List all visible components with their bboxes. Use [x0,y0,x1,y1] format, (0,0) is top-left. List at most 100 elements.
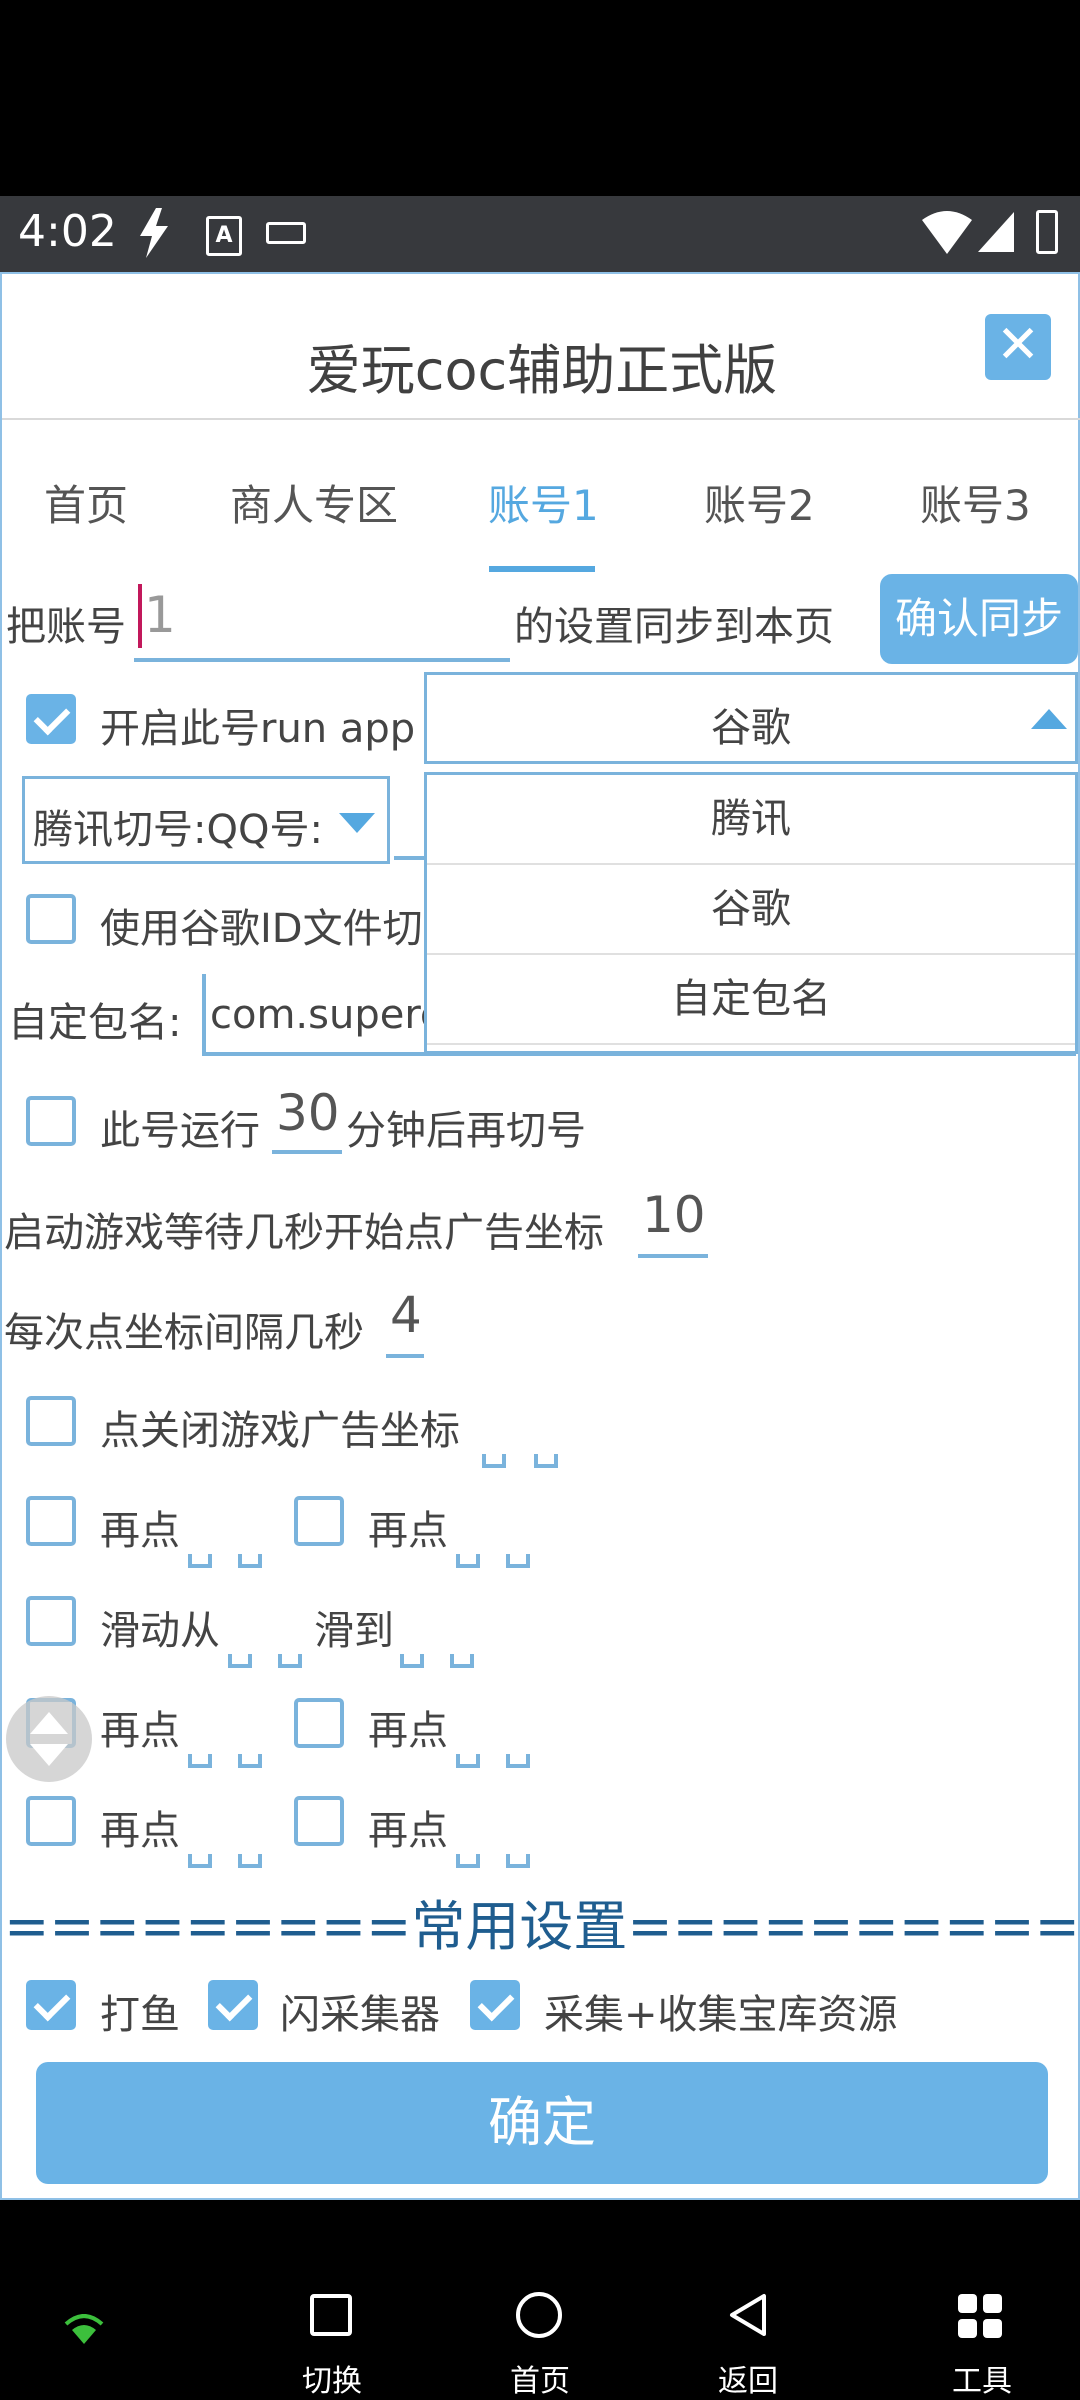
coord-y-input[interactable] [238,1554,262,1568]
tab-account2[interactable]: 账号2 [704,472,815,533]
fishing-checkbox[interactable] [26,1980,76,2030]
package-value: com.superc [210,992,442,1038]
click-again-checkbox[interactable] [294,1698,344,1748]
close-ad-checkbox[interactable] [26,1396,76,1446]
coord-y-input[interactable] [238,1754,262,1768]
tab-home[interactable]: 首页 [44,472,128,533]
click-again-label: 再点 [100,1508,180,1554]
run-minutes-suffix: 分钟后再切号 [346,1108,586,1154]
a-icon: A [206,216,242,256]
run-minutes-input[interactable]: 30 [272,1084,342,1154]
app-window: 爱玩coc辅助正式版 ✕ 首页 商人专区 账号1 账号2 账号3 把账号 1 的… [0,272,1080,2200]
close-button[interactable]: ✕ [985,314,1051,380]
package-label: 自定包名: [8,1000,182,1046]
spinner-arrow-icon [339,813,375,833]
status-time: 4:02 [18,206,117,257]
confirm-button[interactable]: 确定 [36,2062,1048,2184]
spinner-underline [394,856,424,860]
run-minutes-checkbox[interactable] [26,1096,76,1146]
click-again-checkbox[interactable] [26,1496,76,1546]
sync-account-value: 1 [144,586,176,644]
coord-y-input[interactable] [534,1454,558,1468]
dropdown-option-tencent[interactable]: 腾讯 [427,775,1075,865]
common-settings-heading: =========常用设置========== [4,1895,1080,1958]
wifi-icon [922,211,972,254]
coord-y-input[interactable] [506,1854,530,1868]
coord-x-input[interactable] [188,1554,212,1568]
coord-x-input[interactable] [456,1754,480,1768]
coord-y-input[interactable] [238,1854,262,1868]
google-id-label: 使用谷歌ID文件切 [100,906,423,952]
flash-collector-checkbox[interactable] [208,1980,258,2030]
status-bar: 4:02 A [0,196,1080,272]
collect-treasury-label: 采集+收集宝库资源 [544,1992,898,2038]
slide-from-label: 滑动从 [100,1608,220,1654]
coord-x-input[interactable] [188,1854,212,1868]
dropdown-option-custom[interactable]: 自定包名 [427,955,1075,1045]
collect-treasury-checkbox[interactable] [470,1980,520,2030]
close-ad-label: 点关闭游戏广告坐标 [100,1408,460,1454]
floating-scroll-handle[interactable] [6,1696,92,1782]
slide-checkbox[interactable] [26,1596,76,1646]
battery-icon [1036,210,1058,254]
divider [2,418,1080,420]
sync-suffix: 的设置同步到本页 [514,604,834,650]
flash-collector-label: 闪采集器 [280,1992,440,2038]
dropdown-option-google[interactable]: 谷歌 [427,865,1075,955]
nav-back-label[interactable]: 返回 [718,2356,778,2400]
active-tab-indicator [489,566,595,572]
switch-icon[interactable] [310,2294,352,2336]
nav-switch-label[interactable]: 切换 [302,2356,362,2400]
click-again-checkbox[interactable] [294,1496,344,1546]
dropdown-list: 腾讯 谷歌 自定包名 [424,772,1078,1054]
run-app-checkbox[interactable] [26,694,76,744]
coord-x-input[interactable] [456,1854,480,1868]
coord-x-input[interactable] [482,1454,506,1468]
google-id-checkbox[interactable] [26,894,76,944]
coord-x-input[interactable] [456,1554,480,1568]
wifi-signal-icon [64,2314,104,2344]
back-icon[interactable] [726,2292,768,2338]
sync-prefix: 把账号 [6,604,126,650]
tools-icon[interactable] [958,2294,1002,2338]
signal-icon [978,212,1014,252]
click-again-label: 再点 [368,1808,448,1854]
home-icon[interactable] [516,2292,562,2338]
click-again-label: 再点 [368,1508,448,1554]
click-again-checkbox[interactable] [294,1796,344,1846]
sync-account-input[interactable]: 1 [134,578,510,662]
slide-to-label: 滑到 [314,1608,394,1654]
coord-y-input[interactable] [450,1654,474,1668]
fishing-label: 打鱼 [100,1992,180,2038]
spinner-value: 腾讯切号:QQ号: [33,807,323,853]
interval-label: 每次点坐标间隔几秒 [4,1310,364,1356]
interval-input[interactable]: 4 [386,1286,424,1358]
wait-seconds-input[interactable]: 10 [638,1186,708,1258]
flash-icon [140,208,168,258]
app-type-dropdown[interactable]: 谷歌 [424,672,1078,764]
coord-x-input[interactable] [188,1754,212,1768]
click-again-checkbox[interactable] [26,1796,76,1846]
text-cursor [138,584,142,648]
click-again-label: 再点 [368,1708,448,1754]
login-type-spinner[interactable]: 腾讯切号:QQ号: [22,776,390,864]
up-down-arrows-icon [30,1712,68,1766]
coord-y-input[interactable] [278,1654,302,1668]
coord-x-input[interactable] [400,1654,424,1668]
coord-y-input[interactable] [506,1554,530,1568]
tab-account3[interactable]: 账号3 [920,472,1031,533]
run-minutes-prefix: 此号运行 [100,1108,260,1154]
nav-home-label[interactable]: 首页 [510,2356,570,2400]
dropdown-selected: 谷歌 [711,705,791,751]
nav-tools-label[interactable]: 工具 [952,2356,1012,2400]
app-title: 爱玩coc辅助正式版 [306,339,778,402]
wait-seconds-label: 启动游戏等待几秒开始点广告坐标 [4,1210,604,1256]
tab-merchant[interactable]: 商人专区 [230,472,398,533]
navigation-bar: 切换 首页 返回 工具 [0,2280,1080,2400]
coord-x-input[interactable] [228,1654,252,1668]
coord-y-input[interactable] [506,1754,530,1768]
confirm-sync-button[interactable]: 确认同步 [880,574,1078,664]
keyboard-icon [266,222,306,244]
tab-account1[interactable]: 账号1 [488,472,599,533]
chevron-up-icon [1031,709,1067,729]
